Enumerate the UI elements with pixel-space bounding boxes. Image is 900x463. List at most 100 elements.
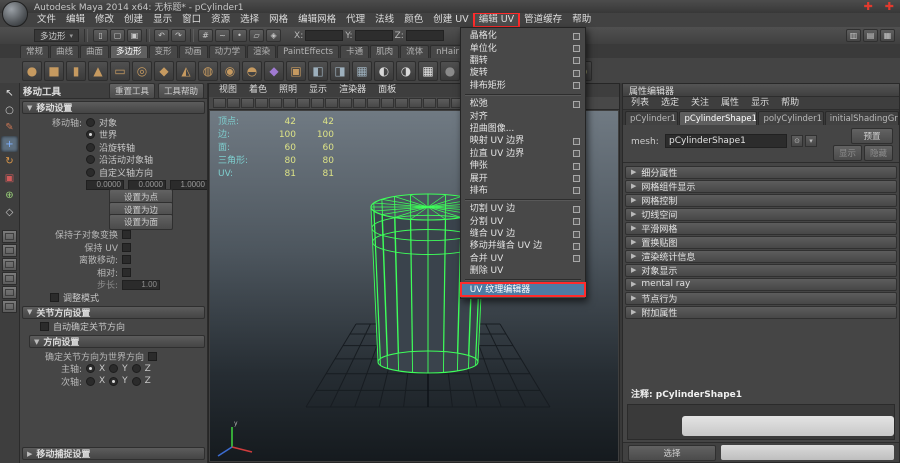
y-input[interactable] bbox=[355, 30, 393, 41]
menu-item[interactable]: 松弛 bbox=[461, 98, 585, 110]
screen-ao-icon[interactable] bbox=[395, 98, 408, 108]
viewport-menu-照明[interactable]: 照明 bbox=[273, 84, 303, 97]
menu-pipeline-cache[interactable]: 管道缓存 bbox=[519, 13, 567, 27]
menu-mesh[interactable]: 网格 bbox=[264, 13, 293, 27]
secondary-axis-x-radio[interactable] bbox=[86, 377, 95, 386]
select-button[interactable]: 选择 bbox=[628, 445, 716, 461]
red-plus-icon[interactable]: ✚ bbox=[864, 0, 873, 13]
wireframe-icon[interactable] bbox=[325, 98, 338, 108]
step-input[interactable] bbox=[122, 280, 160, 290]
poly-helix-icon[interactable]: ◉ bbox=[220, 61, 240, 81]
separate-icon[interactable]: ◨ bbox=[330, 61, 350, 81]
shelf-tab-变形[interactable]: 变形 bbox=[149, 45, 178, 58]
viewport-menu-显示[interactable]: 显示 bbox=[303, 84, 333, 97]
ae-tab-polyCylinder1[interactable]: polyCylinder1 bbox=[758, 111, 823, 125]
snap-grid-icon[interactable]: # bbox=[198, 29, 213, 42]
poly-text-icon[interactable]: ▣ bbox=[286, 61, 306, 81]
custom-axis-z-input[interactable] bbox=[170, 180, 208, 190]
lights-icon[interactable] bbox=[367, 98, 380, 108]
save-scene-icon[interactable]: ▣ bbox=[127, 29, 142, 42]
radio-axis-world-label[interactable]: 世界 bbox=[99, 128, 117, 141]
layout-outliner-persp-button[interactable] bbox=[2, 286, 17, 299]
section-move-snap[interactable]: ▶ 移动捕捉设置 bbox=[22, 447, 205, 460]
menu-window[interactable]: 窗口 bbox=[177, 13, 206, 27]
rotate-tool-icon[interactable]: ↻ bbox=[1, 153, 18, 169]
new-scene-icon[interactable]: ▯ bbox=[93, 29, 108, 42]
menu-assets[interactable]: 资源 bbox=[206, 13, 235, 27]
menu-help[interactable]: 帮助 bbox=[567, 13, 596, 27]
attribute-section-平滑网格[interactable]: ▶平滑网格 bbox=[625, 222, 897, 235]
attribute-section-切线空间[interactable]: ▶切线空间 bbox=[625, 208, 897, 221]
poly-pyramid-icon[interactable]: ◭ bbox=[176, 61, 196, 81]
menu-proxy[interactable]: 代理 bbox=[341, 13, 370, 27]
menu-item[interactable]: 缝合 UV 边 bbox=[461, 228, 585, 240]
hide-button[interactable]: 隐藏 bbox=[864, 145, 893, 161]
section-orient-settings[interactable]: ▼ 方向设置 bbox=[29, 335, 205, 348]
open-scene-icon[interactable]: ▢ bbox=[110, 29, 125, 42]
menu-file[interactable]: 文件 bbox=[32, 13, 61, 27]
combine-icon[interactable]: ◧ bbox=[308, 61, 328, 81]
option-box-icon[interactable] bbox=[573, 175, 580, 182]
film-gate-icon[interactable] bbox=[241, 98, 254, 108]
lasso-tool-icon[interactable]: ○ bbox=[1, 102, 18, 118]
radio-axis-object[interactable] bbox=[86, 118, 95, 127]
gate-mask-icon[interactable] bbox=[269, 98, 282, 108]
attribute-section-附加属性[interactable]: ▶附加属性 bbox=[625, 306, 897, 319]
menu-item[interactable]: 旋转 bbox=[461, 67, 585, 79]
menu-item[interactable]: 分割 UV bbox=[461, 215, 585, 227]
option-box-icon[interactable] bbox=[573, 187, 580, 194]
snap-point-icon[interactable]: • bbox=[232, 29, 247, 42]
menu-item[interactable]: 映射 UV 边界 bbox=[461, 135, 585, 147]
menu-item[interactable]: 切割 UV 边 bbox=[461, 203, 585, 215]
shelf-tab-曲线[interactable]: 曲线 bbox=[50, 45, 79, 58]
ae-tab-pCylinder1[interactable]: pCylinder1 bbox=[625, 111, 678, 125]
option-box-icon[interactable] bbox=[573, 138, 580, 145]
option-box-icon[interactable] bbox=[573, 45, 580, 52]
layout-two-pane-side-button[interactable] bbox=[2, 258, 17, 271]
ae-menu-关注[interactable]: 关注 bbox=[685, 97, 715, 109]
preserve-uv-checkbox[interactable] bbox=[122, 243, 131, 252]
safe-title-icon[interactable] bbox=[311, 98, 324, 108]
attribute-section-对象显示[interactable]: ▶对象显示 bbox=[625, 264, 897, 277]
secondary-axis-z-radio[interactable] bbox=[132, 377, 141, 386]
tool-settings-toggle-icon[interactable]: ▤ bbox=[863, 29, 878, 42]
menu-item[interactable]: 合并 UV bbox=[461, 253, 585, 265]
shelf-tab-渲染[interactable]: 渲染 bbox=[247, 45, 276, 58]
menu-item[interactable]: UV 纹理编辑器 bbox=[461, 283, 585, 295]
last-tool-icon[interactable]: ◇ bbox=[1, 204, 18, 220]
viewport-menu-着色[interactable]: 着色 bbox=[243, 84, 273, 97]
option-box-icon[interactable] bbox=[573, 150, 580, 157]
poly-sphere-icon[interactable]: ● bbox=[22, 61, 42, 81]
sculpt-mesh-icon[interactable]: ◆ bbox=[264, 61, 284, 81]
attribute-section-节点行为[interactable]: ▶节点行为 bbox=[625, 292, 897, 305]
checker-sphere-icon[interactable]: ◐ bbox=[374, 61, 394, 81]
option-box-icon[interactable] bbox=[573, 82, 580, 89]
snap-plane-icon[interactable]: ▱ bbox=[249, 29, 264, 42]
radio-axis-world[interactable] bbox=[86, 130, 95, 139]
option-box-icon[interactable] bbox=[573, 231, 580, 238]
textured-icon[interactable] bbox=[353, 98, 366, 108]
ae-menu-显示[interactable]: 显示 bbox=[745, 97, 775, 109]
viewport-menu-视图[interactable]: 视图 bbox=[213, 84, 243, 97]
custom-axis-y-input[interactable] bbox=[128, 180, 166, 190]
menu-modify[interactable]: 修改 bbox=[90, 13, 119, 27]
redo-icon[interactable]: ↷ bbox=[171, 29, 186, 42]
shadows-icon[interactable] bbox=[381, 98, 394, 108]
primary-axis-y-radio[interactable] bbox=[109, 364, 118, 373]
multisample-icon[interactable] bbox=[423, 98, 436, 108]
presets-button[interactable]: 预置 bbox=[851, 128, 893, 144]
field-chart-icon[interactable] bbox=[283, 98, 296, 108]
menu-item[interactable]: 拉直 UV 边界 bbox=[461, 148, 585, 160]
menu-item[interactable]: 晶格化 bbox=[461, 30, 585, 42]
ae-menu-列表[interactable]: 列表 bbox=[625, 97, 655, 109]
radio-axis-custom[interactable] bbox=[86, 168, 95, 177]
radio-axis-live-object-label[interactable]: 沿活动对象轴 bbox=[99, 153, 153, 166]
attribute-section-渲染统计信息[interactable]: ▶渲染统计信息 bbox=[625, 250, 897, 263]
shelf-tab-常规[interactable]: 常规 bbox=[20, 45, 49, 58]
shelf-tab-PaintEffects[interactable]: PaintEffects bbox=[277, 45, 339, 58]
viewport-menu-渲染器[interactable]: 渲染器 bbox=[333, 84, 372, 97]
ae-menu-帮助[interactable]: 帮助 bbox=[775, 97, 805, 109]
poly-cube-icon[interactable]: ■ bbox=[44, 61, 64, 81]
secondary-axis-y-radio[interactable] bbox=[109, 377, 118, 386]
attribute-section-mental ray[interactable]: ▶mental ray bbox=[625, 278, 897, 291]
